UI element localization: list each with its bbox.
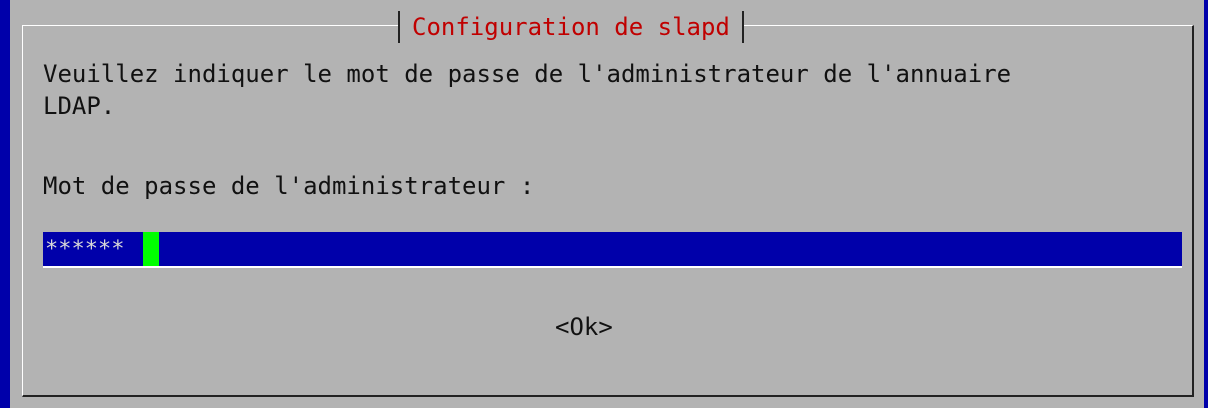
terminal-edge-left	[0, 0, 10, 408]
dialog-message-line-1: Veuillez indiquer le mot de passe de l'a…	[43, 60, 1012, 88]
password-masked-value: ******	[45, 237, 125, 262]
password-prompt-label: Mot de passe de l'administrateur :	[43, 172, 535, 200]
password-input[interactable]: ******	[43, 232, 1182, 268]
dialog-message-line-2: LDAP.	[43, 92, 116, 120]
ok-button[interactable]: <Ok>	[555, 311, 613, 343]
text-cursor	[143, 232, 159, 266]
dialog-title: Configuration de slapd	[398, 11, 744, 43]
terminal-screen: Configuration de slapd Veuillez indiquer…	[0, 0, 1208, 408]
terminal-edge-right	[1204, 0, 1208, 408]
